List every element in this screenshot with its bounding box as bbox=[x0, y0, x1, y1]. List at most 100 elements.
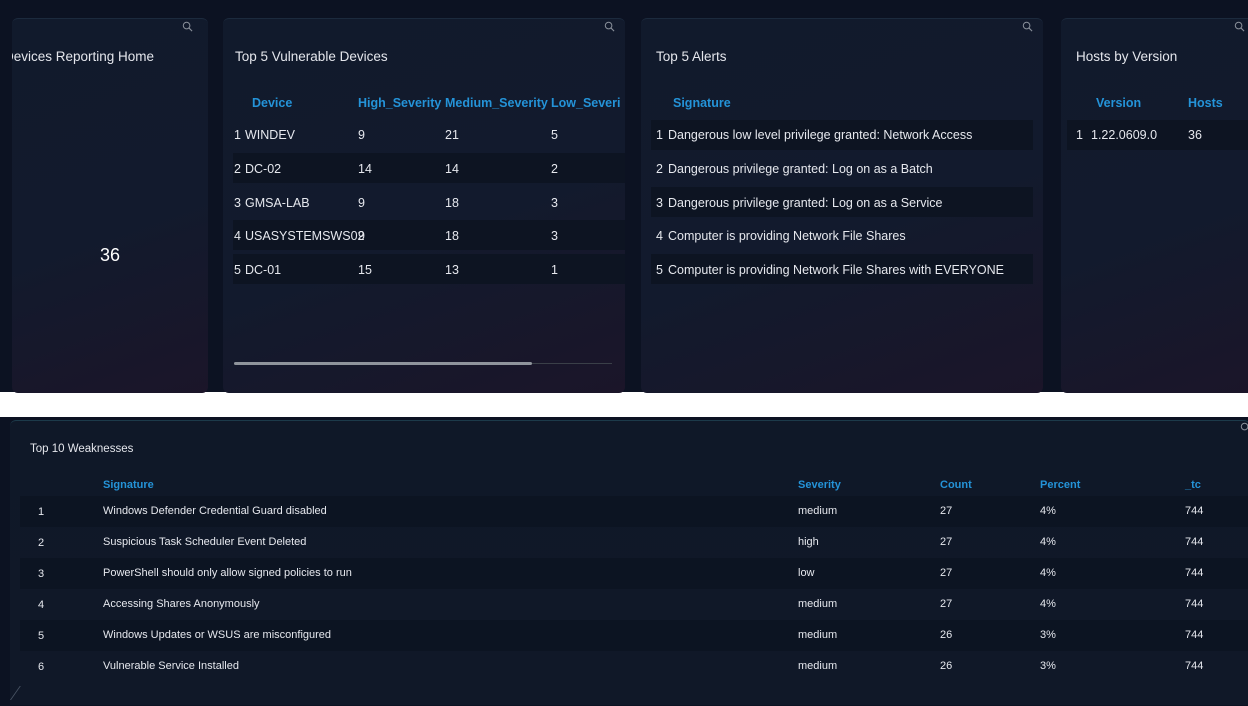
row-rank: 6 bbox=[38, 661, 45, 673]
medium-severity-value: 18 bbox=[445, 229, 459, 243]
percent-value: 3% bbox=[1040, 660, 1056, 672]
alerts-panel: Top 5 Alerts Signature 1 Dangerous low l… bbox=[641, 18, 1043, 393]
table-row bbox=[233, 254, 625, 284]
column-header-tc[interactable]: _tc bbox=[1185, 479, 1201, 491]
devices-reporting-panel: Devices Reporting Home 36 bbox=[12, 18, 208, 393]
high-severity-value: 9 bbox=[358, 128, 365, 142]
panel-title: Hosts by Version bbox=[1076, 49, 1178, 64]
count-value: 26 bbox=[940, 629, 953, 641]
column-header-count[interactable]: Count bbox=[940, 479, 972, 491]
alert-signature[interactable]: Dangerous low level privilege granted: N… bbox=[668, 128, 972, 142]
device-name[interactable]: GMSA-LAB bbox=[245, 196, 310, 210]
row-rank: 4 bbox=[656, 229, 663, 243]
low-severity-value: 2 bbox=[551, 162, 558, 176]
tc-value: 744 bbox=[1185, 567, 1204, 579]
weakness-signature[interactable]: PowerShell should only allow signed poli… bbox=[103, 567, 352, 579]
version-value[interactable]: 1.22.0609.0 bbox=[1091, 128, 1157, 142]
device-name[interactable]: DC-02 bbox=[245, 162, 281, 176]
panel-title: Devices Reporting Home bbox=[12, 49, 155, 64]
row-rank: 1 bbox=[1076, 128, 1083, 142]
percent-value: 4% bbox=[1040, 536, 1056, 548]
hosts-by-version-panel: Hosts by Version Version Hosts 1 1.22.06… bbox=[1061, 18, 1248, 393]
column-header-device[interactable]: Device bbox=[252, 96, 292, 110]
medium-severity-value: 18 bbox=[445, 196, 459, 210]
search-icon[interactable] bbox=[1022, 21, 1033, 32]
percent-value: 4% bbox=[1040, 505, 1056, 517]
percent-value: 3% bbox=[1040, 629, 1056, 641]
search-icon[interactable] bbox=[1234, 21, 1245, 32]
tc-value: 744 bbox=[1185, 598, 1204, 610]
column-header-high-severity[interactable]: High_Severity bbox=[358, 96, 441, 110]
severity-value: medium bbox=[798, 598, 838, 610]
hosts-value: 36 bbox=[1188, 128, 1202, 142]
severity-value: medium bbox=[798, 505, 838, 517]
weakness-signature[interactable]: Vulnerable Service Installed bbox=[103, 660, 239, 672]
weakness-signature[interactable]: Windows Updates or WSUS are misconfigure… bbox=[103, 629, 331, 641]
search-icon[interactable] bbox=[182, 21, 193, 32]
column-header-version[interactable]: Version bbox=[1096, 96, 1141, 110]
alert-signature[interactable]: Computer is providing Network File Share… bbox=[668, 229, 906, 243]
column-header-low-severity[interactable]: Low_Severi bbox=[551, 96, 620, 110]
alert-signature[interactable]: Dangerous privilege granted: Log on as a… bbox=[668, 162, 933, 176]
high-severity-value: 9 bbox=[358, 229, 365, 243]
device-name[interactable]: USASYSTEMSWS02 bbox=[245, 229, 364, 243]
low-severity-value: 3 bbox=[551, 196, 558, 210]
vulnerable-devices-panel: Top 5 Vulnerable Devices Device High_Sev… bbox=[223, 18, 625, 393]
alert-signature[interactable]: Dangerous privilege granted: Log on as a… bbox=[668, 196, 942, 210]
panel-title: Top 5 Vulnerable Devices bbox=[235, 49, 388, 64]
row-rank: 5 bbox=[38, 630, 45, 642]
alert-signature[interactable]: Computer is providing Network File Share… bbox=[668, 263, 1004, 277]
row-rank: 2 bbox=[656, 162, 663, 176]
column-header-medium-severity[interactable]: Medium_Severity bbox=[445, 96, 548, 110]
weakness-signature[interactable]: Windows Defender Credential Guard disabl… bbox=[103, 505, 327, 517]
medium-severity-value: 14 bbox=[445, 162, 459, 176]
scrollbar-track[interactable] bbox=[532, 363, 612, 364]
row-rank: 5 bbox=[234, 263, 241, 277]
row-rank: 3 bbox=[234, 196, 241, 210]
row-rank: 5 bbox=[656, 263, 663, 277]
count-value: 27 bbox=[940, 567, 953, 579]
count-value: 27 bbox=[940, 536, 953, 548]
column-header-signature[interactable]: Signature bbox=[673, 96, 731, 110]
tc-value: 744 bbox=[1185, 629, 1204, 641]
column-header-severity[interactable]: Severity bbox=[798, 479, 841, 491]
panel-title: Top 10 Weaknesses bbox=[30, 443, 134, 455]
high-severity-value: 9 bbox=[358, 196, 365, 210]
row-rank: 1 bbox=[38, 506, 45, 518]
devices-count-value: 36 bbox=[99, 245, 121, 265]
medium-severity-value: 21 bbox=[445, 128, 459, 142]
column-header-signature[interactable]: Signature bbox=[103, 479, 154, 491]
tc-value: 744 bbox=[1185, 660, 1204, 672]
row-rank: 2 bbox=[38, 537, 45, 549]
search-icon[interactable] bbox=[604, 21, 615, 32]
column-header-hosts[interactable]: Hosts bbox=[1188, 96, 1223, 110]
horizontal-scrollbar[interactable] bbox=[234, 362, 532, 365]
row-rank: 4 bbox=[38, 599, 45, 611]
tc-value: 744 bbox=[1185, 505, 1204, 517]
high-severity-value: 14 bbox=[358, 162, 372, 176]
severity-value: medium bbox=[798, 629, 838, 641]
tc-value: 744 bbox=[1185, 536, 1204, 548]
weakness-signature[interactable]: Suspicious Task Scheduler Event Deleted bbox=[103, 536, 306, 548]
search-icon[interactable] bbox=[1240, 420, 1248, 432]
low-severity-value: 3 bbox=[551, 229, 558, 243]
percent-value: 4% bbox=[1040, 598, 1056, 610]
weakness-signature[interactable]: Accessing Shares Anonymously bbox=[103, 598, 260, 610]
device-name[interactable]: DC-01 bbox=[245, 263, 281, 277]
severity-value: low bbox=[798, 567, 815, 579]
table-row bbox=[233, 153, 625, 183]
low-severity-value: 5 bbox=[551, 128, 558, 142]
row-rank: 2 bbox=[234, 162, 241, 176]
severity-value: high bbox=[798, 536, 819, 548]
device-name[interactable]: WINDEV bbox=[245, 128, 295, 142]
count-value: 26 bbox=[940, 660, 953, 672]
severity-value: medium bbox=[798, 660, 838, 672]
panel-title: Top 5 Alerts bbox=[656, 49, 727, 64]
medium-severity-value: 13 bbox=[445, 263, 459, 277]
row-rank: 1 bbox=[656, 128, 663, 142]
row-rank: 1 bbox=[234, 128, 241, 142]
row-rank: 4 bbox=[234, 229, 241, 243]
count-value: 27 bbox=[940, 505, 953, 517]
percent-value: 4% bbox=[1040, 567, 1056, 579]
column-header-percent[interactable]: Percent bbox=[1040, 479, 1080, 491]
